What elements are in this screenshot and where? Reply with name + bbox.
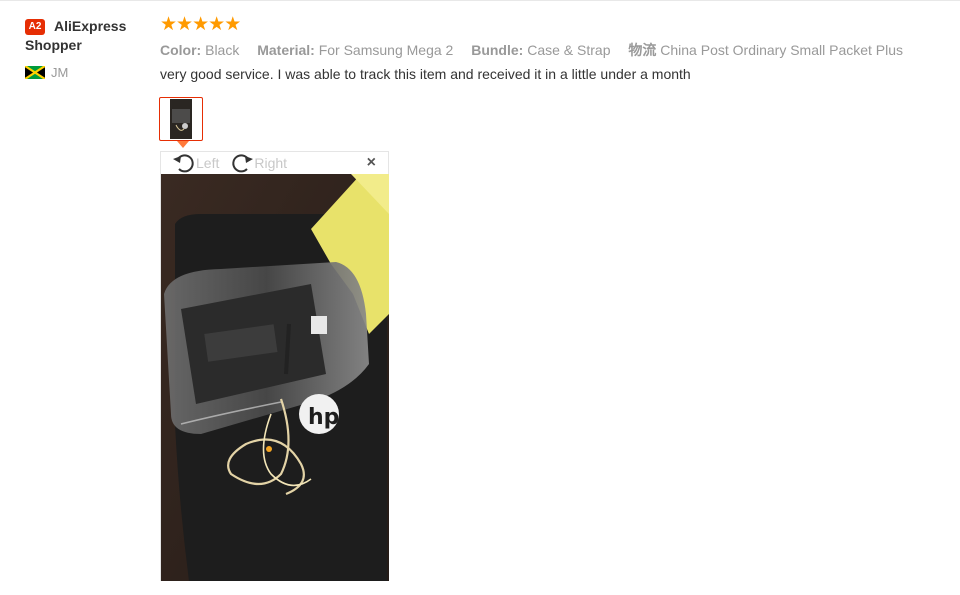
buyer-info: A2 AliExpress Shopper JM xyxy=(25,17,155,80)
top-divider xyxy=(0,0,960,1)
order-attributes: Color: Black Material: For Samsung Mega … xyxy=(160,40,950,60)
jamaica-flag-icon xyxy=(25,66,45,79)
review-photo: hp xyxy=(161,174,389,581)
rotate-left-label: Left xyxy=(196,155,220,171)
rotate-right-label: Right xyxy=(254,155,288,171)
close-button[interactable]: × xyxy=(367,155,376,171)
star-icon: ★ xyxy=(224,14,241,35)
rotate-left-button[interactable]: Left xyxy=(172,153,219,173)
viewer-toolbar: Left Right × xyxy=(161,152,388,174)
buyer-name: AliExpress xyxy=(54,18,127,34)
thumbnail-photo-icon xyxy=(170,99,192,139)
attribute-shipping: 物流 China Post Ordinary Small Packet Plus xyxy=(628,42,904,58)
svg-text:hp: hp xyxy=(308,405,339,430)
review-photo-thumbnail[interactable] xyxy=(159,97,203,141)
star-icon: ★ xyxy=(208,14,225,35)
star-icon: ★ xyxy=(160,14,177,35)
photo-viewer: Left Right × hp xyxy=(160,151,389,581)
star-icon: ★ xyxy=(192,14,209,35)
review-body: ★ ★ ★ ★ ★ Color: Black Material: For Sam… xyxy=(160,15,950,83)
buyer-level-badge: A2 xyxy=(25,18,45,35)
thumbnail-image xyxy=(170,99,192,139)
buyer-country: JM xyxy=(25,65,155,80)
star-rating: ★ ★ ★ ★ ★ xyxy=(160,15,950,35)
attribute-bundle: Bundle: Case & Strap xyxy=(471,42,611,58)
rotate-left-icon xyxy=(173,154,194,173)
rotate-right-icon xyxy=(232,154,254,173)
thumbnail-pointer xyxy=(177,141,189,148)
review-text: very good service. I was able to track t… xyxy=(160,66,691,82)
star-icon: ★ xyxy=(176,14,193,35)
rotate-right-button[interactable]: Right xyxy=(230,153,287,173)
buyer-name-line2: Shopper xyxy=(25,37,82,53)
attribute-material: Material: For Samsung Mega 2 xyxy=(257,42,454,58)
country-code: JM xyxy=(51,65,69,80)
attribute-color: Color: Black xyxy=(160,42,240,58)
